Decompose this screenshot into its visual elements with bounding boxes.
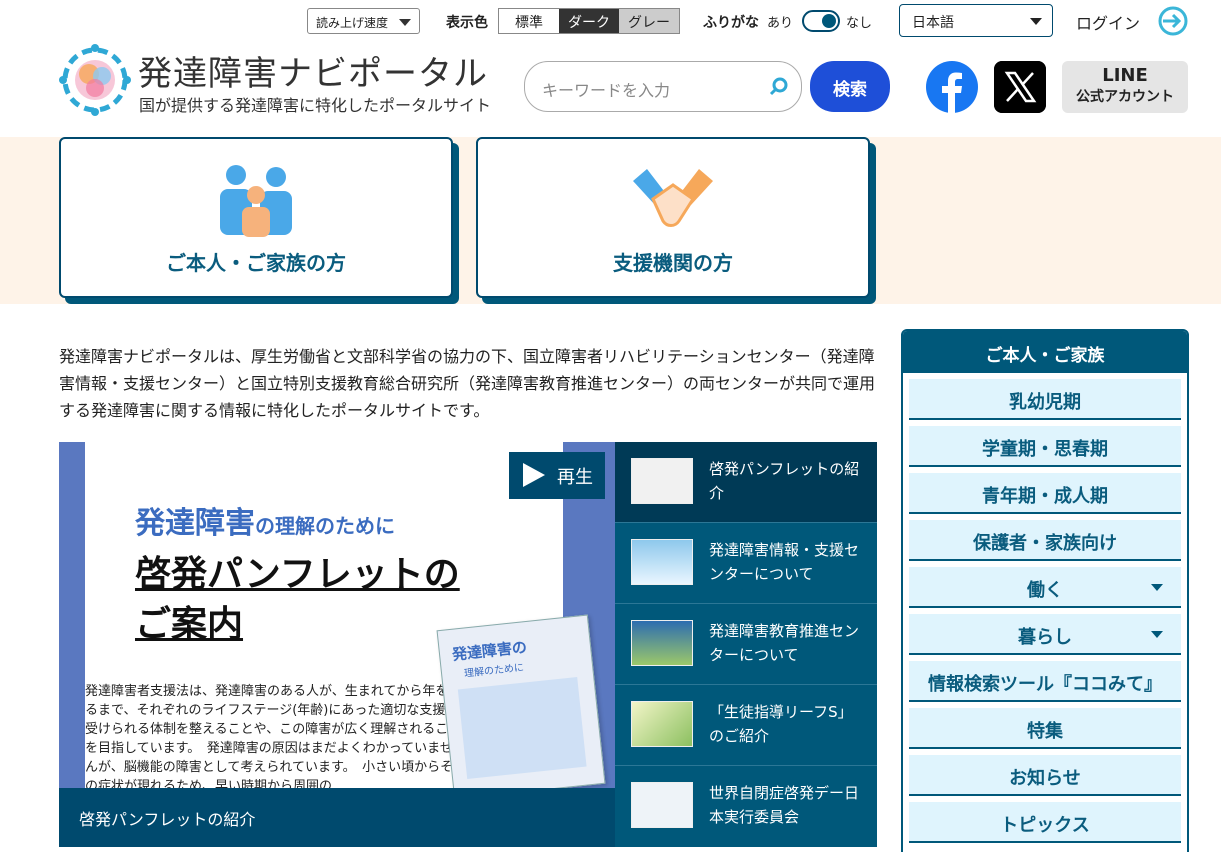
site-title[interactable]: 発達障害ナビポータル [138,46,488,95]
entry-card-family-label: ご本人・ご家族の方 [166,251,346,275]
slide-heading-main: 発達障害 [135,506,255,541]
search-icon[interactable] [768,76,790,98]
chevron-down-icon[interactable] [1151,584,1163,591]
slide-heading: 発達障害の理解のために [135,498,395,542]
side-nav-item-label: 特集 [1027,721,1063,742]
slide-caption[interactable]: 啓発パンフレットの紹介 [59,788,615,847]
line-official-account-button[interactable]: LINE 公式アカウント [1062,61,1188,113]
chevron-down-icon [1030,18,1042,25]
toggle-knob [822,14,836,28]
chevron-down-icon [399,19,411,26]
slide-body: 発達障害者支援法は、発達障害のある人が、生まれてから年をとるまで、それぞれのライ… [85,684,462,794]
side-nav-item-label: 情報検索ツール『ココみて』 [928,674,1162,695]
side-nav-item-label: 学童期・思春期 [982,439,1108,460]
side-nav-item-guardians[interactable]: 保護者・家族向け [909,520,1181,561]
furigana-off-label: なし [846,16,873,31]
side-nav-item-label: 青年期・成人期 [982,486,1108,507]
utility-bar: 読み上げ速度 表示色 標準 ダーク グレー ふりがな あり なし 日本語 ログイ… [0,4,1221,37]
side-nav-item-living[interactable]: 暮らし [909,614,1181,655]
thumbnail-item[interactable]: 発達障害情報・支援センターについて [615,523,877,604]
side-nav-item-label: 保護者・家族向け [973,533,1117,554]
side-nav-item-topics[interactable]: トピックス [909,802,1181,843]
search-button[interactable]: 検索 [810,61,890,112]
furigana-toggle[interactable] [802,10,840,32]
reading-speed-select[interactable]: 読み上げ速度 [307,8,420,34]
thumbnail-image [631,458,693,504]
display-color-label: 表示色 [446,15,488,31]
intro-text: 発達障害ナビポータルは、厚生労働省と文部科学省の協力の下、国立障害者リハビリテー… [59,347,876,420]
color-dark-button[interactable]: ダーク [559,9,619,33]
login-link[interactable]: ログイン [1076,10,1140,34]
entry-card-support[interactable]: 支援機関の方 [476,137,870,298]
search-input[interactable]: キーワードを入力 [524,61,802,112]
entry-card-family[interactable]: ご本人・ご家族の方 [59,137,453,298]
thumbnail-label: 発達障害教育推進センターについて [709,622,860,664]
slide-title-line2: ご案内 [135,604,244,645]
thumbnail-item[interactable]: 世界自閉症啓発デー日本実行委員会 [615,766,877,847]
side-nav-item-adult[interactable]: 青年期・成人期 [909,473,1181,514]
thumbnail-image [631,620,693,666]
display-color-switcher: 標準 ダーク グレー [498,8,680,34]
site-subtitle: 国が提供する発達障害に特化したポータルサイト [139,96,492,115]
side-nav-item-label: 暮らし [1018,627,1072,648]
furigana-label: ふりがな [703,15,759,31]
family-icon [220,165,292,237]
side-nav-item-label: 働く [1027,580,1063,601]
booklet-image: 発達障害の 理解のために [436,614,606,800]
slide-heading-sub: の理解のために [255,514,395,538]
line-account-label: 公式アカウント [1076,89,1174,105]
side-nav-item-work[interactable]: 働く [909,567,1181,608]
booklet-illustration [457,676,587,780]
x-social-icon[interactable] [994,61,1046,113]
site-logo-icon[interactable] [59,44,131,116]
language-select[interactable]: 日本語 [899,4,1053,37]
thumbnail-item[interactable]: 「生徒指導リーフS」のご紹介 [615,685,877,766]
thumbnail-label: 世界自閉症啓発デー日本実行委員会 [709,784,860,826]
play-button[interactable]: 再生 [509,452,605,499]
thumbnail-image [631,701,693,747]
play-label: 再生 [557,467,593,488]
side-nav-item-label: トピックス [1000,815,1090,836]
side-nav-heading: ご本人・ご家族 [903,331,1187,373]
slide-thumbnail-list: 啓発パンフレットの紹介 発達障害情報・支援センターについて 発達障害教育推進セン… [615,442,877,847]
chevron-down-icon[interactable] [1151,631,1163,638]
side-nav-item-infancy[interactable]: 乳幼児期 [909,379,1181,420]
language-value: 日本語 [912,15,954,31]
thumbnail-image [631,782,693,828]
login-arrow-icon[interactable] [1157,5,1189,37]
slide-title: 啓発パンフレットの ご案内 [135,550,460,650]
thumbnail-label: 啓発パンフレットの紹介 [709,460,860,502]
side-nav-item-label: お知らせ [1009,768,1081,789]
thumbnail-label: 発達障害情報・支援センターについて [709,541,860,583]
slide-title-line1: 啓発パンフレットの [135,554,460,595]
entry-card-support-label: 支援機関の方 [613,251,733,275]
reading-speed-label: 読み上げ速度 [316,16,389,30]
thumbnail-item[interactable]: 啓発パンフレットの紹介 [615,442,877,523]
side-nav: ご本人・ご家族 乳幼児期 学童期・思春期 青年期・成人期 保護者・家族向け 働く… [901,329,1189,852]
side-nav-item-features[interactable]: 特集 [909,708,1181,749]
thumbnail-label: 「生徒指導リーフS」のご紹介 [709,703,853,745]
main-slider[interactable]: 発達障害の理解のために 啓発パンフレットの ご案内 発達障害者支援法は、発達障害の… [59,442,615,847]
side-nav-item-search-tool[interactable]: 情報検索ツール『ココみて』 [909,661,1181,702]
thumbnail-item[interactable]: 発達障害教育推進センターについて [615,604,877,685]
handshake-icon [633,169,713,227]
line-label: LINE [1102,65,1148,86]
side-nav-item-label: 乳幼児期 [1009,392,1081,413]
play-icon [523,463,545,487]
facebook-icon[interactable] [926,61,978,113]
color-standard-button[interactable]: 標準 [499,9,559,33]
side-nav-item-school-age[interactable]: 学童期・思春期 [909,426,1181,467]
side-nav-item-news[interactable]: お知らせ [909,755,1181,796]
furigana-on-label: あり [767,16,794,31]
color-gray-button[interactable]: グレー [619,9,679,33]
thumbnail-image [631,539,693,585]
